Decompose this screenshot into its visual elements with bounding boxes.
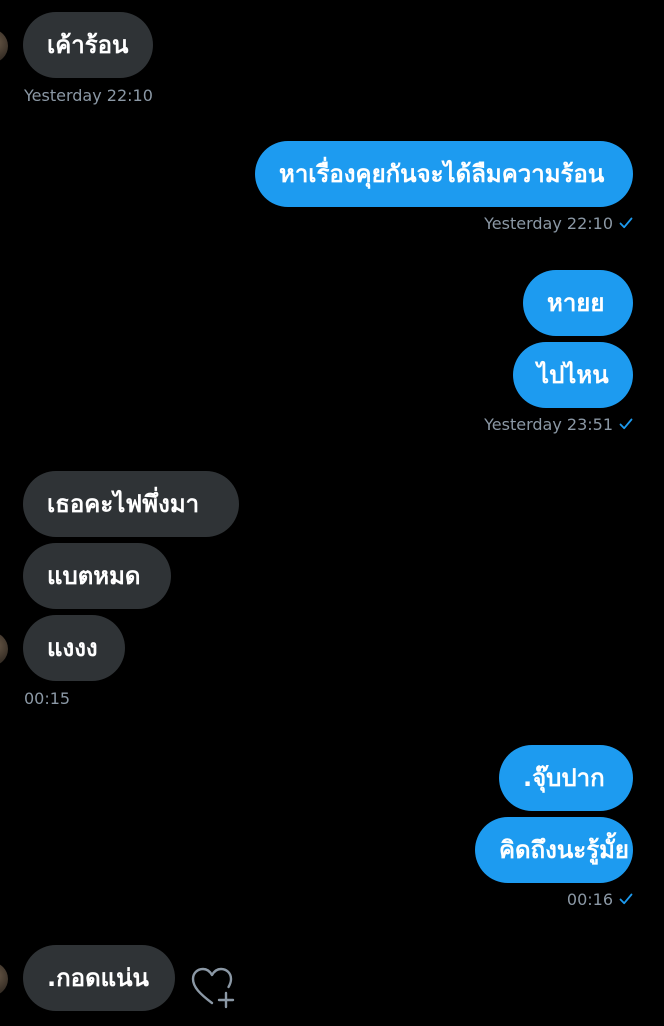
- message-timestamp: 00:16: [566, 890, 613, 909]
- message-timestamp: 00:15: [24, 689, 71, 708]
- message-bubble-outgoing[interactable]: คิดถึงนะรู้มั้ย: [475, 817, 633, 883]
- message-bubble-incoming[interactable]: แงงง: [23, 615, 125, 681]
- message-timestamp: Yesterday 22:10: [484, 214, 613, 233]
- message-timestamp: Yesterday 23:51: [484, 415, 613, 434]
- message-timestamp-row: Yesterday 23:51: [484, 415, 633, 434]
- message-bubble-incoming[interactable]: เธอคะไฟพึ่งมา: [23, 471, 239, 537]
- avatar[interactable]: [0, 962, 8, 996]
- checkmark-icon: [619, 893, 633, 905]
- heart-plus-icon[interactable]: [190, 965, 238, 1009]
- avatar[interactable]: [0, 632, 8, 666]
- message-timestamp-row: Yesterday 22:10: [484, 214, 633, 233]
- message-bubble-outgoing[interactable]: .จุ๊บปาก: [499, 745, 633, 811]
- message-bubble-incoming[interactable]: .กอดแน่น: [23, 945, 175, 1011]
- message-bubble-outgoing[interactable]: ไปไหน: [513, 342, 633, 408]
- message-bubble-outgoing[interactable]: หาเรื่องคุยกันจะได้ลืมความร้อน: [255, 141, 633, 207]
- message-bubble-outgoing[interactable]: หายย: [523, 270, 633, 336]
- message-timestamp: Yesterday 22:10: [24, 86, 153, 105]
- message-bubble-incoming[interactable]: เค้าร้อน: [23, 12, 153, 78]
- checkmark-icon: [619, 418, 633, 430]
- message-timestamp-row: 00:16: [567, 890, 633, 909]
- message-bubble-incoming[interactable]: แบตหมด: [23, 543, 171, 609]
- avatar[interactable]: [0, 29, 8, 63]
- checkmark-icon: [619, 217, 633, 229]
